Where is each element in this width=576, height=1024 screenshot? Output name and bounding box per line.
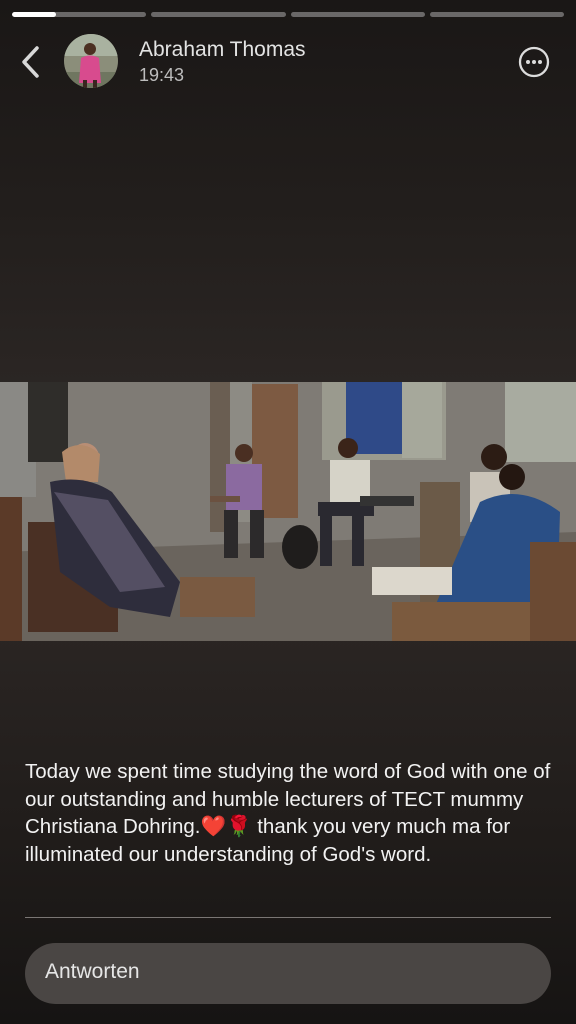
more-options-button[interactable] [518, 46, 550, 78]
story-photo [0, 382, 576, 641]
story-progress-bar [12, 12, 564, 17]
back-button[interactable] [16, 44, 48, 80]
avatar[interactable] [64, 34, 118, 88]
more-options-icon [518, 46, 550, 78]
reply-placeholder: Antworten [45, 960, 140, 983]
chevron-left-icon [22, 46, 39, 78]
progress-segment [151, 12, 286, 17]
progress-segment [429, 12, 564, 17]
progress-segment [290, 12, 425, 17]
progress-segment [12, 12, 147, 17]
story-caption: Today we spent time studying the word of… [25, 760, 551, 866]
post-time: 19:43 [139, 65, 185, 85]
author-name[interactable]: Abraham Thomas [139, 38, 306, 62]
divider [25, 917, 551, 918]
progress-fill [12, 12, 57, 17]
story-header: Abraham Thomas 19:43 [0, 32, 576, 92]
reply-input[interactable]: Antworten [25, 943, 551, 1004]
